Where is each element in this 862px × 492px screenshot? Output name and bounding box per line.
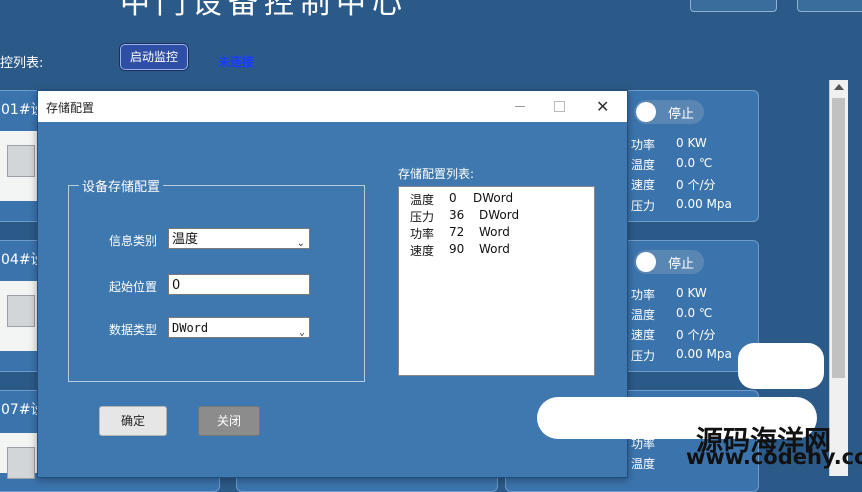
device-image xyxy=(0,131,39,201)
group-title: 设备存储配置 xyxy=(79,176,164,195)
watermark-blob xyxy=(738,343,824,389)
metric-value: 0.00 Mpa xyxy=(676,347,732,361)
metric-value: 0 个/分 xyxy=(676,328,716,342)
metric-name: 速度 xyxy=(631,328,656,342)
start-monitor-button[interactable]: 启动监控 xyxy=(120,44,188,70)
run-toggle[interactable]: 停止 xyxy=(634,250,704,274)
metric-name: 压力 xyxy=(631,199,656,213)
close-icon[interactable]: ✕ xyxy=(596,97,609,116)
item-position: 90 xyxy=(449,242,465,256)
item-name: 压力 xyxy=(410,210,435,224)
metric-name: 速度 xyxy=(631,178,656,192)
metric-name: 功率 xyxy=(631,288,656,302)
header-button-2[interactable] xyxy=(797,0,862,12)
start-position-input[interactable]: 0 xyxy=(168,274,310,295)
metric-name: 温度 xyxy=(631,158,656,172)
item-name: 速度 xyxy=(410,244,435,258)
start-position-label: 起始位置 xyxy=(109,280,158,294)
toggle-knob xyxy=(636,102,656,122)
toggle-knob xyxy=(636,252,656,272)
metric-name: 温度 xyxy=(631,457,656,471)
metric-value: 0.0 ℃ xyxy=(676,306,713,320)
item-name: 温度 xyxy=(410,193,435,207)
config-listbox[interactable]: 温度 0 DWord 压力 36 DWord 功率 72 Word 速度 90 … xyxy=(398,186,595,376)
device-image xyxy=(0,281,39,351)
minimize-icon[interactable] xyxy=(515,106,525,107)
metric-name: 温度 xyxy=(631,308,656,322)
device-image xyxy=(0,433,39,479)
metric-value: 0 KW xyxy=(676,136,707,150)
metric-name: 压力 xyxy=(631,349,656,363)
vertical-scrollbar[interactable] xyxy=(829,80,848,476)
info-type-label: 信息类别 xyxy=(109,234,158,248)
monitor-list-label: 控列表: xyxy=(0,56,44,71)
dialog-titlebar: 存储配置 ✕ xyxy=(38,91,627,122)
chevron-down-icon: ⌄ xyxy=(298,327,305,338)
metric-value: 0.0 ℃ xyxy=(676,156,713,170)
app-title: 中门设备控制中心 xyxy=(120,0,408,21)
item-type: Word xyxy=(479,225,510,239)
metric-value: 0.00 Mpa xyxy=(676,197,732,211)
metric-value: 0 KW xyxy=(676,286,707,300)
item-type: Word xyxy=(479,242,510,256)
dialog-title: 存储配置 xyxy=(46,101,95,115)
ok-button[interactable]: 确定 xyxy=(99,406,167,436)
data-type-select[interactable]: DWord ⌄ xyxy=(168,317,310,338)
item-position: 36 xyxy=(449,208,465,222)
run-toggle[interactable]: 停止 xyxy=(634,100,704,124)
metric-value: 0 个/分 xyxy=(676,178,716,192)
toggle-label: 停止 xyxy=(668,107,695,122)
metric-name: 功率 xyxy=(631,138,656,152)
info-type-select[interactable]: 温度 ⌄ xyxy=(168,228,310,249)
device-storage-group: 设备存储配置 信息类别 温度 ⌄ 起始位置 0 数据类型 DWord ⌄ xyxy=(68,176,365,382)
connection-status: 未连接 xyxy=(218,55,255,69)
maximize-icon[interactable] xyxy=(554,101,565,112)
data-type-label: 数据类型 xyxy=(109,323,158,337)
toggle-label: 停止 xyxy=(668,257,695,272)
data-type-value: DWord xyxy=(172,321,209,335)
item-position: 72 xyxy=(449,225,465,239)
item-type: DWord xyxy=(473,191,514,205)
info-type-value: 温度 xyxy=(172,232,199,247)
item-position: 0 xyxy=(449,191,457,205)
watermark-url: www.codehy.com xyxy=(686,445,862,469)
chevron-down-icon: ⌄ xyxy=(296,238,305,249)
scroll-up-icon[interactable] xyxy=(834,84,844,90)
item-type: DWord xyxy=(479,208,520,222)
item-name: 功率 xyxy=(410,227,435,241)
config-list-title: 存储配置列表: xyxy=(398,167,475,181)
header-button-1[interactable] xyxy=(690,0,777,12)
scroll-thumb[interactable] xyxy=(832,98,845,378)
close-button[interactable]: 关闭 xyxy=(198,406,260,436)
